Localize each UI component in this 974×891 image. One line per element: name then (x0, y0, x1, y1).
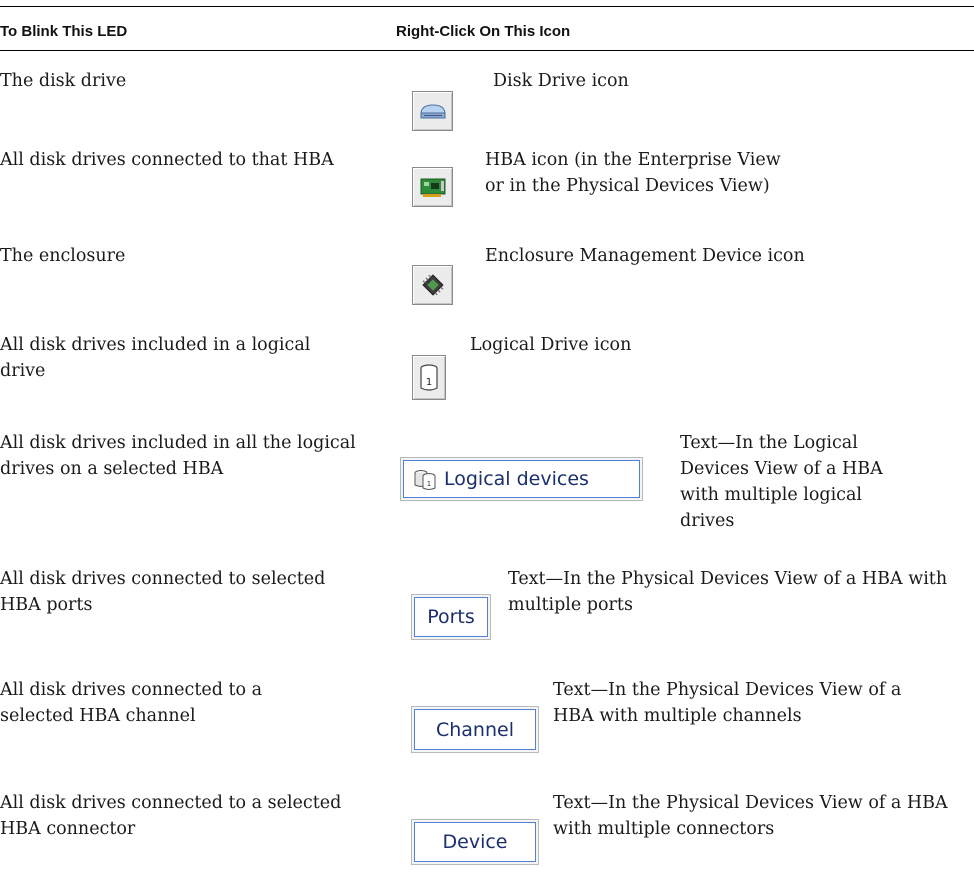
ports-tab[interactable]: Ports (411, 594, 491, 640)
logical-drive-icon[interactable]: 1 (412, 355, 446, 400)
led-target-text: All disk drives included in all the logi… (0, 433, 356, 479)
icon-description: HBA icon (in the Enterprise View or in t… (485, 150, 781, 196)
device-tab-label: Device (414, 822, 536, 862)
hba-card-icon[interactable] (412, 167, 453, 207)
ports-tab-label: Ports (414, 597, 488, 637)
logical-devices-tab-inner: 1 Logical devices (403, 460, 640, 498)
icon-description: Text—In the Physical Devices View of a H… (508, 569, 948, 615)
logical-devices-tab[interactable]: 1 Logical devices (400, 457, 643, 501)
led-target-text: The disk drive (0, 71, 127, 91)
icon-description: Disk Drive icon (493, 71, 629, 91)
led-target-text: All disk drives connected to a selected … (0, 793, 342, 839)
column-header-led: To Blink This LED (0, 23, 128, 40)
svg-text:1: 1 (427, 480, 431, 488)
icon-description: Text—In the Physical Devices View of a H… (553, 680, 902, 726)
icon-description: Text—In the Physical Devices View of a H… (553, 793, 948, 839)
table-header-rule (0, 50, 974, 51)
led-target-text: All disk drives included in a logical dr… (0, 335, 311, 381)
icon-description: Text—In the Logical Devices View of a HB… (680, 433, 883, 531)
enclosure-chip-icon[interactable] (412, 265, 453, 305)
device-tab[interactable]: Device (411, 819, 539, 865)
led-target-text: The enclosure (0, 246, 126, 266)
channel-tab[interactable]: Channel (411, 706, 539, 753)
icon-description: Enclosure Management Device icon (485, 246, 805, 266)
led-target-text: All disk drives connected to that HBA (0, 150, 334, 170)
svg-text:1: 1 (426, 377, 432, 388)
disk-drive-icon[interactable] (412, 91, 453, 131)
channel-tab-label: Channel (414, 709, 536, 750)
logical-devices-icon: 1 (414, 470, 436, 490)
column-header-icon: Right-Click On This Icon (396, 23, 571, 40)
led-target-text: All disk drives connected to selected HB… (0, 569, 326, 615)
table-top-rule (0, 6, 974, 7)
led-target-text: All disk drives connected to a selected … (0, 680, 263, 726)
logical-devices-label: Logical devices (444, 468, 589, 490)
icon-description: Logical Drive icon (470, 335, 632, 355)
